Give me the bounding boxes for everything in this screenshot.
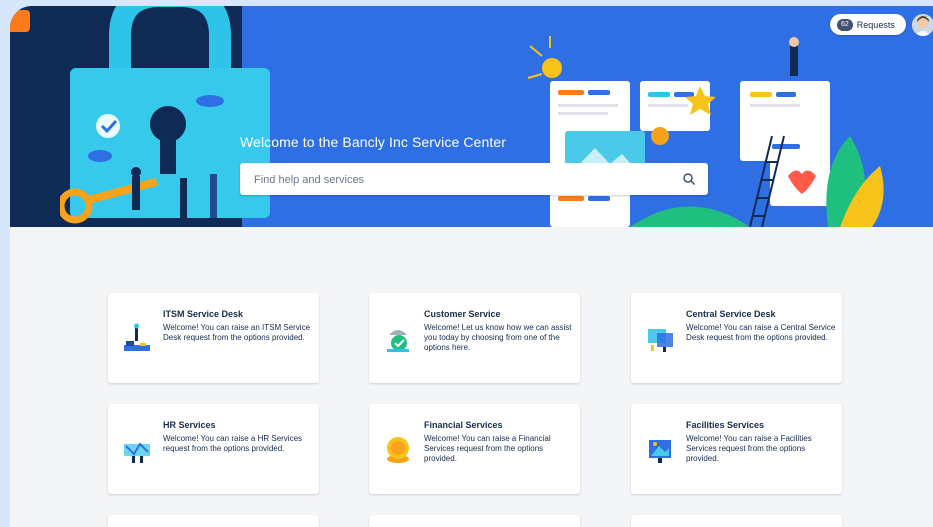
search-bar[interactable]	[240, 163, 708, 197]
hero-banner: Welcome to the Bancly Inc Service Center…	[10, 6, 933, 227]
search-input[interactable]	[252, 163, 676, 197]
search-icon[interactable]	[682, 172, 696, 186]
facilities-services-icon	[649, 440, 671, 463]
requests-label: Requests	[856, 19, 895, 30]
itsm-desk-icon	[124, 323, 150, 351]
portal-card-customer-service[interactable]: Customer Service Welcome! Let us know ho…	[369, 293, 580, 383]
portal-description: Welcome! Let us know how we can assist y…	[424, 323, 572, 352]
portal-description: Welcome! You can raise a Financial Servi…	[424, 434, 551, 463]
portal-description: Welcome! You can raise a Facilities Serv…	[686, 434, 812, 463]
portal-card-itsm[interactable]: ITSM Service Desk Welcome! You can raise…	[108, 293, 319, 383]
portal-card-financial-services[interactable]: Financial Services Welcome! You can rais…	[369, 404, 580, 494]
portal-description: Welcome! You can raise a Central Service…	[686, 323, 836, 342]
portal-card-facilities-services[interactable]: Facilities Services Welcome! You can rai…	[631, 404, 842, 494]
portal-card-partial[interactable]	[108, 515, 319, 527]
portal-card-partial[interactable]	[631, 515, 842, 527]
portal-title: Facilities Services	[686, 420, 765, 430]
requests-count-badge: 62	[837, 18, 853, 31]
financial-services-icon	[387, 437, 409, 463]
hr-services-icon	[124, 442, 150, 463]
central-desk-icon	[648, 329, 673, 352]
portal-title: ITSM Service Desk	[163, 309, 244, 319]
portal-description: Welcome! You can raise a HR Services req…	[163, 434, 303, 453]
portal-title: Customer Service	[424, 309, 501, 319]
portal-card-hr-services[interactable]: HR Services Welcome! You can raise a HR …	[108, 404, 319, 494]
requests-button[interactable]: 62 Requests	[830, 14, 906, 35]
portal-title: Central Service Desk	[686, 309, 776, 319]
avatar[interactable]	[912, 14, 933, 36]
customer-service-icon	[387, 330, 409, 352]
service-center-page: Welcome to the Bancly Inc Service Center…	[10, 6, 933, 527]
portal-card-partial[interactable]	[369, 515, 580, 527]
logo-icon[interactable]	[10, 10, 30, 32]
portal-card-central-service-desk[interactable]: Central Service Desk Welcome! You can ra…	[631, 293, 842, 383]
user-avatar-icon	[912, 14, 933, 36]
portal-title: HR Services	[163, 420, 216, 430]
portal-description: Welcome! You can raise an ITSM Service D…	[163, 323, 311, 342]
welcome-title: Welcome to the Bancly Inc Service Center	[240, 134, 506, 150]
portal-title: Financial Services	[424, 420, 503, 430]
